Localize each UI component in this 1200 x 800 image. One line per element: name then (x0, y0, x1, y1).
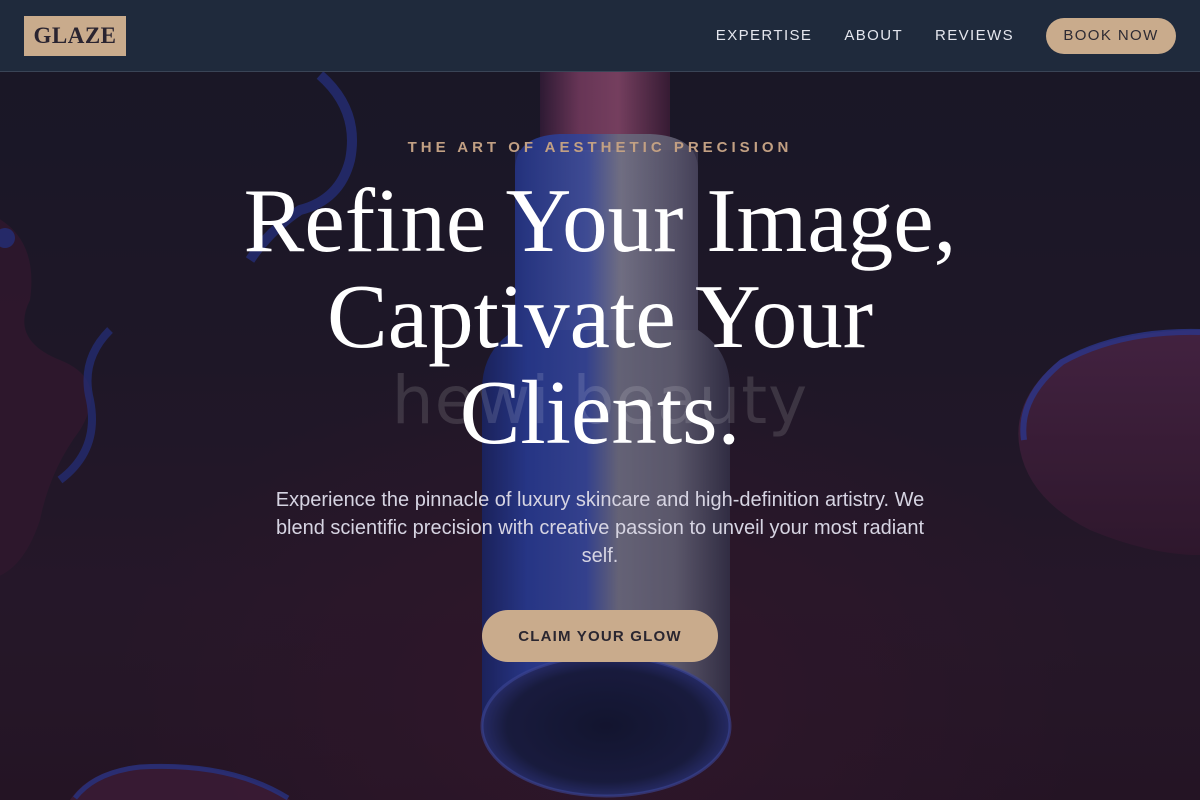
hero-title-line-2: Captivate Your (327, 266, 873, 367)
top-navbar: GLAZE EXPERTISE ABOUT REVIEWS BOOK NOW (0, 0, 1200, 72)
hero-title-line-3: Clients. (459, 362, 741, 463)
hero-title-line-1: Refine Your Image, (243, 170, 957, 271)
brand-logo[interactable]: GLAZE (24, 15, 126, 56)
nav-link-about[interactable]: ABOUT (844, 27, 903, 44)
nav-link-expertise[interactable]: EXPERTISE (716, 27, 813, 44)
hero-eyebrow: THE ART OF AESTHETIC PRECISION (407, 139, 793, 156)
nav-link-reviews[interactable]: REVIEWS (935, 27, 1014, 44)
hero-section: THE ART OF AESTHETIC PRECISION Refine Yo… (0, 0, 1200, 800)
hero-subtitle: Experience the pinnacle of luxury skinca… (275, 489, 925, 567)
nav-links: EXPERTISE ABOUT REVIEWS BOOK NOW (716, 17, 1176, 54)
book-now-button[interactable]: BOOK NOW (1046, 17, 1176, 54)
hero-title: Refine Your Image, Captivate Your Client… (150, 173, 1050, 461)
claim-your-glow-button[interactable]: CLAIM YOUR GLOW (482, 610, 718, 662)
